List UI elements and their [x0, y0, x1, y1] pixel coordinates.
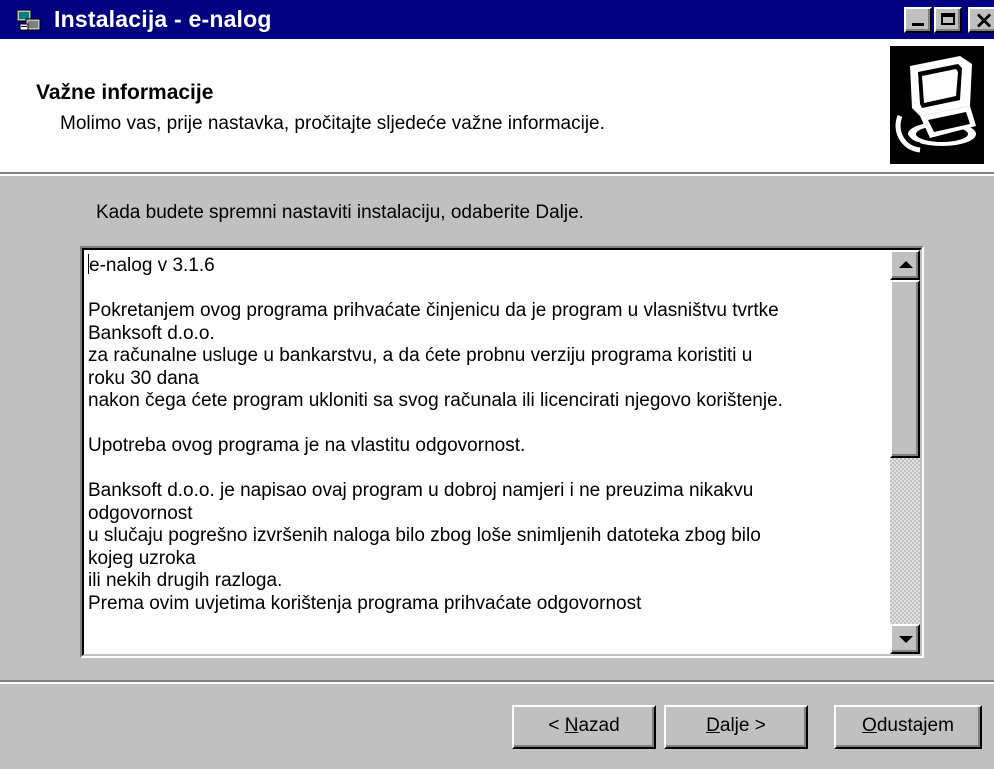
- title-bar[interactable]: Instalacija - e-nalog ×: [0, 0, 994, 39]
- memo-line: Banksoft d.o.o.: [88, 322, 215, 344]
- scroll-up-button[interactable]: [890, 250, 920, 280]
- close-icon: ×: [974, 6, 994, 34]
- scroll-down-arrow-icon: [899, 636, 913, 643]
- maximize-button[interactable]: [934, 7, 962, 33]
- cancel-button-accel: O: [862, 715, 877, 736]
- cancel-button[interactable]: Odustajem: [834, 705, 982, 749]
- wizard-header: Važne informacije Molimo vas, prije nast…: [0, 39, 994, 172]
- footer-divider: [0, 680, 994, 684]
- memo-line: roku 30 dana: [88, 367, 199, 389]
- next-button-accel: D: [706, 715, 720, 736]
- instruction-text: Kada budete spremni nastaviti instalacij…: [96, 202, 584, 223]
- installer-window: Instalacija - e-nalog × Važne informacij…: [0, 0, 994, 769]
- scroll-down-button[interactable]: [890, 624, 920, 654]
- scroll-up-arrow-icon: [899, 261, 913, 268]
- info-memo-text[interactable]: e-nalog v 3.1.6 Pokretanjem ovog programa…: [88, 254, 888, 615]
- close-button[interactable]: ×: [968, 7, 994, 33]
- memo-line: [88, 413, 888, 436]
- page-subtitle: Molimo vas, prije nastavka, pročitajte s…: [60, 113, 605, 134]
- memo-line: odgovornost: [88, 502, 193, 524]
- memo-line: ili nekih drugih razloga.: [88, 570, 283, 591]
- scroll-thumb[interactable]: [890, 280, 920, 458]
- memo-line: u slučaju pogrešno izvršenih naloga bilo…: [88, 525, 761, 546]
- computer-install-icon: [890, 46, 984, 164]
- memo-scrollbar[interactable]: [890, 250, 920, 654]
- memo-line: [88, 458, 888, 481]
- installer-icon[interactable]: [16, 7, 42, 33]
- page-title: Važne informacije: [36, 81, 214, 104]
- memo-line-text: e-nalog v 3.1.6: [89, 255, 215, 276]
- header-divider: [0, 172, 994, 176]
- memo-line: za računalne usluge u bankarstvu, a da ć…: [88, 345, 753, 366]
- memo-line: Pokretanjem ovog programa prihvaćate čin…: [88, 300, 779, 321]
- back-button-label: azad: [578, 715, 620, 736]
- window-title: Instalacija - e-nalog: [54, 6, 272, 32]
- next-button-label: alje >: [719, 715, 766, 736]
- info-memo[interactable]: e-nalog v 3.1.6 Pokretanjem ovog programa…: [80, 246, 924, 658]
- memo-line: e-nalog v 3.1.6: [88, 254, 888, 278]
- memo-line: nakon čega ćete program ukloniti sa svog…: [88, 390, 783, 411]
- back-button-prefix: <: [548, 715, 565, 736]
- memo-line: [88, 278, 888, 301]
- memo-line: Banksoft d.o.o. je napisao ovaj program …: [88, 480, 754, 501]
- memo-line: kojeg uzroka: [88, 547, 196, 569]
- memo-line: Upotreba ovog programa je na vlastitu od…: [88, 435, 526, 456]
- minimize-button[interactable]: [904, 7, 932, 33]
- cancel-button-label: dustajem: [876, 715, 954, 736]
- back-button-accel: N: [564, 715, 579, 736]
- info-memo-frame: e-nalog v 3.1.6 Pokretanjem ovog programa…: [82, 248, 922, 656]
- back-button[interactable]: < Nazad: [512, 705, 656, 749]
- next-button[interactable]: Dalje >: [664, 705, 808, 749]
- memo-line: Prema ovim uvjetima korištenja programa …: [88, 592, 642, 614]
